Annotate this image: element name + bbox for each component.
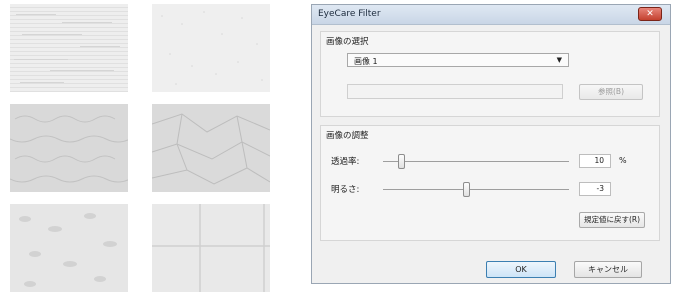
texture-tile-grid[interactable] (152, 204, 270, 292)
stripe-noise (14, 14, 120, 83)
speckle-pattern (161, 11, 263, 85)
transparency-label: 透過率: (331, 157, 360, 167)
transparency-slider-track[interactable] (383, 161, 569, 162)
transparency-unit: % (619, 156, 627, 165)
texture-crumpled-paper[interactable] (152, 104, 270, 192)
close-icon: ✕ (646, 9, 654, 19)
transparency-slider-thumb[interactable] (398, 154, 406, 169)
cancel-button[interactable]: キャンセル (574, 261, 642, 278)
tile-grid-pattern (152, 204, 270, 292)
texture-fine-speckle[interactable] (152, 4, 270, 92)
browse-button[interactable]: 参照(B) (579, 84, 643, 100)
dialog-title: EyeCare Filter (318, 9, 381, 19)
texture-embossed-grain[interactable] (10, 104, 128, 192)
image-selection-group: 画像の選択 画像 1 ▼ 参照(B) (320, 31, 660, 117)
eyecare-filter-dialog: EyeCare Filter ✕ 画像の選択 画像 1 ▼ 参照(B) 画像の調… (311, 4, 671, 284)
image-adjust-title: 画像の調整 (326, 131, 369, 141)
brightness-value-field[interactable]: -3 (579, 182, 611, 196)
brightness-slider-thumb[interactable] (463, 182, 471, 197)
image-selection-title: 画像の選択 (326, 37, 369, 47)
embossed-pattern (10, 115, 128, 183)
texture-horizontal-stripes[interactable] (10, 4, 128, 92)
plaster-pattern (19, 213, 117, 287)
image-select[interactable]: 画像 1 ▼ (347, 53, 569, 67)
title-bar[interactable]: EyeCare Filter ✕ (312, 5, 670, 25)
ok-button[interactable]: OK (486, 261, 556, 278)
texture-thumbnails (0, 0, 282, 292)
image-path-input[interactable] (347, 84, 563, 99)
chevron-down-icon: ▼ (556, 56, 562, 64)
close-button[interactable]: ✕ (638, 7, 662, 21)
transparency-value-field[interactable]: 10 (579, 154, 611, 168)
image-select-value: 画像 1 (354, 57, 378, 66)
brightness-slider-track[interactable] (383, 189, 569, 190)
texture-rough-plaster[interactable] (10, 204, 128, 292)
reset-defaults-button[interactable]: 規定値に戻す(R) (579, 212, 645, 228)
crumpled-pattern (152, 113, 270, 185)
brightness-label: 明るさ: (331, 185, 360, 195)
image-adjust-group: 画像の調整 透過率: 10 % 明るさ: -3 規定値に戻す(R) (320, 125, 660, 241)
